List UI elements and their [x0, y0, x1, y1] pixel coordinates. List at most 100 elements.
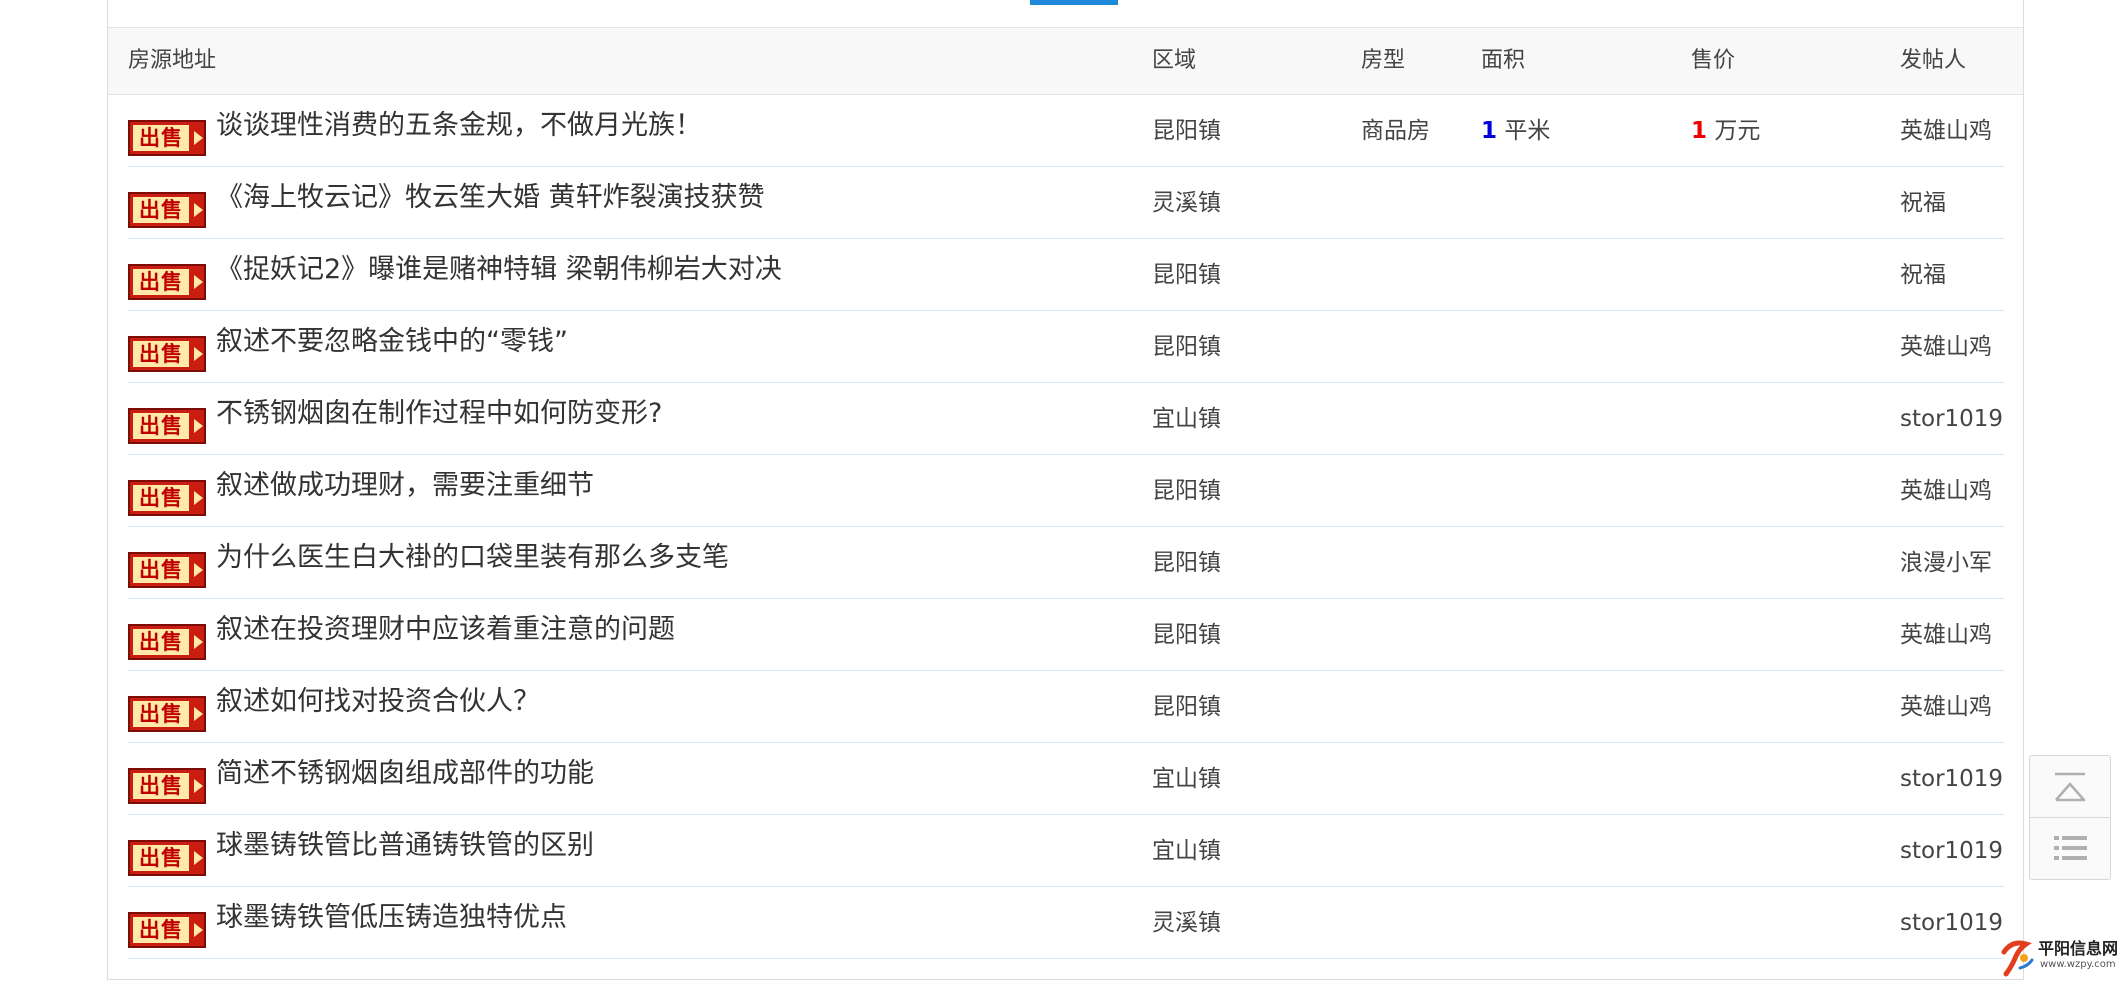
for-sale-badge: 出售: [128, 336, 206, 372]
listing-rows: 出售 谈谈理性消费的五条金规，不做月光族！ 昆阳镇 商品房 1 平米 1 万元 英雄山鸡 出售…: [128, 95, 2004, 959]
listing-size-unit: 平米: [1504, 118, 1551, 144]
listing-title-link[interactable]: 叙述如何找对投资合伙人？: [216, 685, 540, 719]
for-sale-badge-label: 出售: [133, 917, 189, 943]
listing-area: 宜山镇: [1152, 406, 1221, 432]
listing-title-link[interactable]: 不锈钢烟囱在制作过程中如何防变形?: [216, 397, 662, 431]
badge-arrow-icon: [194, 419, 203, 433]
listing-title-link[interactable]: 谈谈理性消费的五条金规，不做月光族！: [216, 109, 702, 143]
for-sale-badge: 出售: [128, 624, 206, 660]
listing-area: 宜山镇: [1152, 838, 1221, 864]
for-sale-badge-label: 出售: [133, 485, 189, 511]
for-sale-badge-label: 出售: [133, 845, 189, 871]
back-to-top-icon: [2055, 772, 2086, 802]
badge-arrow-icon: [194, 635, 203, 649]
for-sale-badge: 出售: [128, 552, 206, 588]
for-sale-badge-label: 出售: [133, 341, 189, 367]
listing-title-link[interactable]: 叙述做成功理财，需要注重细节: [216, 469, 594, 503]
header-poster: 发帖人: [1900, 48, 1967, 73]
badge-arrow-icon: [194, 491, 203, 505]
logo-name: 平阳信息网: [2038, 939, 2119, 958]
table-row[interactable]: 出售 谈谈理性消费的五条金规，不做月光族！ 昆阳镇 商品房 1 平米 1 万元 英雄山鸡: [128, 95, 2004, 167]
table-row[interactable]: 出售 球墨铸铁管低压铸造独特优点 灵溪镇 stor1019: [128, 887, 2004, 959]
listing-title-link[interactable]: 球墨铸铁管低压铸造独特优点: [216, 901, 567, 935]
table-row[interactable]: 出售 为什么医生白大褂的口袋里装有那么多支笔 昆阳镇 浪漫小军: [128, 527, 2004, 599]
listing-panel: 房源地址 区域 房型 面积 售价 发帖人 出售 谈谈理性消费的五条金规，不做月光族…: [107, 0, 2024, 980]
listing-poster: 英雄山鸡: [1900, 694, 1992, 720]
for-sale-badge: 出售: [128, 480, 206, 516]
listing-area: 灵溪镇: [1152, 910, 1221, 936]
listing-poster: 英雄山鸡: [1900, 118, 1992, 144]
table-row[interactable]: 出售 叙述如何找对投资合伙人？ 昆阳镇 英雄山鸡: [128, 671, 2004, 743]
table-header: 房源地址 区域 房型 面积 售价 发帖人: [108, 27, 2023, 95]
for-sale-badge-label: 出售: [133, 413, 189, 439]
for-sale-badge: 出售: [128, 264, 206, 300]
header-area: 区域: [1152, 48, 1197, 73]
listing-price-unit: 万元: [1714, 118, 1761, 144]
badge-arrow-icon: [194, 923, 203, 937]
for-sale-badge-label: 出售: [133, 125, 189, 151]
page: 房源地址 区域 房型 面积 售价 发帖人 出售 谈谈理性消费的五条金规，不做月光族…: [0, 0, 2126, 983]
listing-poster: stor1019: [1900, 766, 2004, 792]
site-logo[interactable]: 平阳信息网 www.wzpy.com: [1998, 938, 2122, 978]
listing-area: 昆阳镇: [1152, 262, 1221, 288]
listing-poster: 浪漫小军: [1900, 550, 1992, 576]
list-icon: [2054, 836, 2087, 860]
for-sale-badge-label: 出售: [133, 557, 189, 583]
badge-arrow-icon: [194, 563, 203, 577]
listing-poster: stor1019: [1900, 838, 2004, 864]
badge-arrow-icon: [194, 707, 203, 721]
header-size: 面积: [1481, 48, 1526, 73]
listing-poster: 英雄山鸡: [1900, 334, 1992, 360]
listing-poster: 英雄山鸡: [1900, 478, 1992, 504]
listing-title-link[interactable]: 《捉妖记2》曝谁是赌神特辑 梁朝伟柳岩大对决: [216, 253, 782, 287]
for-sale-badge: 出售: [128, 120, 206, 156]
for-sale-badge: 出售: [128, 840, 206, 876]
table-row[interactable]: 出售 《捉妖记2》曝谁是赌神特辑 梁朝伟柳岩大对决 昆阳镇 祝福: [128, 239, 2004, 311]
side-toolbar: [2029, 755, 2111, 880]
table-row[interactable]: 出售 叙述在投资理财中应该着重注意的问题 昆阳镇 英雄山鸡: [128, 599, 2004, 671]
listing-title-link[interactable]: 简述不锈钢烟囱组成部件的功能: [216, 757, 594, 791]
listing-area: 昆阳镇: [1152, 118, 1221, 144]
table-row[interactable]: 出售 《海上牧云记》牧云笙大婚 黄轩炸裂演技获赞 灵溪镇 祝福: [128, 167, 2004, 239]
listing-title-link[interactable]: 为什么医生白大褂的口袋里装有那么多支笔: [216, 541, 729, 575]
for-sale-badge-label: 出售: [133, 701, 189, 727]
list-view-button[interactable]: [2030, 818, 2110, 879]
table-row[interactable]: 出售 简述不锈钢烟囱组成部件的功能 宜山镇 stor1019: [128, 743, 2004, 815]
listing-area: 昆阳镇: [1152, 694, 1221, 720]
listing-area: 昆阳镇: [1152, 334, 1221, 360]
table-row[interactable]: 出售 球墨铸铁管比普通铸铁管的区别 宜山镇 stor1019: [128, 815, 2004, 887]
listing-type: 商品房: [1361, 118, 1430, 144]
listing-title-link[interactable]: 《海上牧云记》牧云笙大婚 黄轩炸裂演技获赞: [216, 181, 765, 215]
table-row[interactable]: 出售 叙述做成功理财，需要注重细节 昆阳镇 英雄山鸡: [128, 455, 2004, 527]
for-sale-badge: 出售: [128, 696, 206, 732]
table-row[interactable]: 出售 不锈钢烟囱在制作过程中如何防变形? 宜山镇 stor1019: [128, 383, 2004, 455]
listing-title-link[interactable]: 球墨铸铁管比普通铸铁管的区别: [216, 829, 594, 863]
listing-size-value: 1: [1481, 118, 1498, 144]
badge-arrow-icon: [194, 851, 203, 865]
logo-url: www.wzpy.com: [2040, 959, 2116, 970]
for-sale-badge: 出售: [128, 768, 206, 804]
for-sale-badge-label: 出售: [133, 773, 189, 799]
badge-arrow-icon: [194, 203, 203, 217]
listing-size: 1 平米: [1481, 112, 1550, 150]
header-address: 房源地址: [128, 48, 217, 73]
listing-area: 昆阳镇: [1152, 622, 1221, 648]
listing-title-link[interactable]: 叙述在投资理财中应该着重注意的问题: [216, 613, 675, 647]
for-sale-badge-label: 出售: [133, 269, 189, 295]
logo-mark-icon: [2001, 940, 2034, 977]
table-row[interactable]: 出售 叙述不要忽略金钱中的“零钱” 昆阳镇 英雄山鸡: [128, 311, 2004, 383]
badge-arrow-icon: [194, 347, 203, 361]
header-type: 房型: [1361, 48, 1406, 73]
for-sale-badge: 出售: [128, 192, 206, 228]
badge-arrow-icon: [194, 131, 203, 145]
listing-poster: 英雄山鸡: [1900, 622, 1992, 648]
listing-area: 昆阳镇: [1152, 478, 1221, 504]
for-sale-badge-label: 出售: [133, 629, 189, 655]
listing-area: 昆阳镇: [1152, 550, 1221, 576]
header-price: 售价: [1691, 48, 1736, 73]
back-to-top-button[interactable]: [2030, 756, 2110, 818]
listing-title-link[interactable]: 叙述不要忽略金钱中的“零钱”: [216, 325, 568, 359]
badge-arrow-icon: [194, 275, 203, 289]
listing-poster: stor1019: [1900, 910, 2004, 936]
active-tab-indicator: [1030, 0, 1118, 5]
